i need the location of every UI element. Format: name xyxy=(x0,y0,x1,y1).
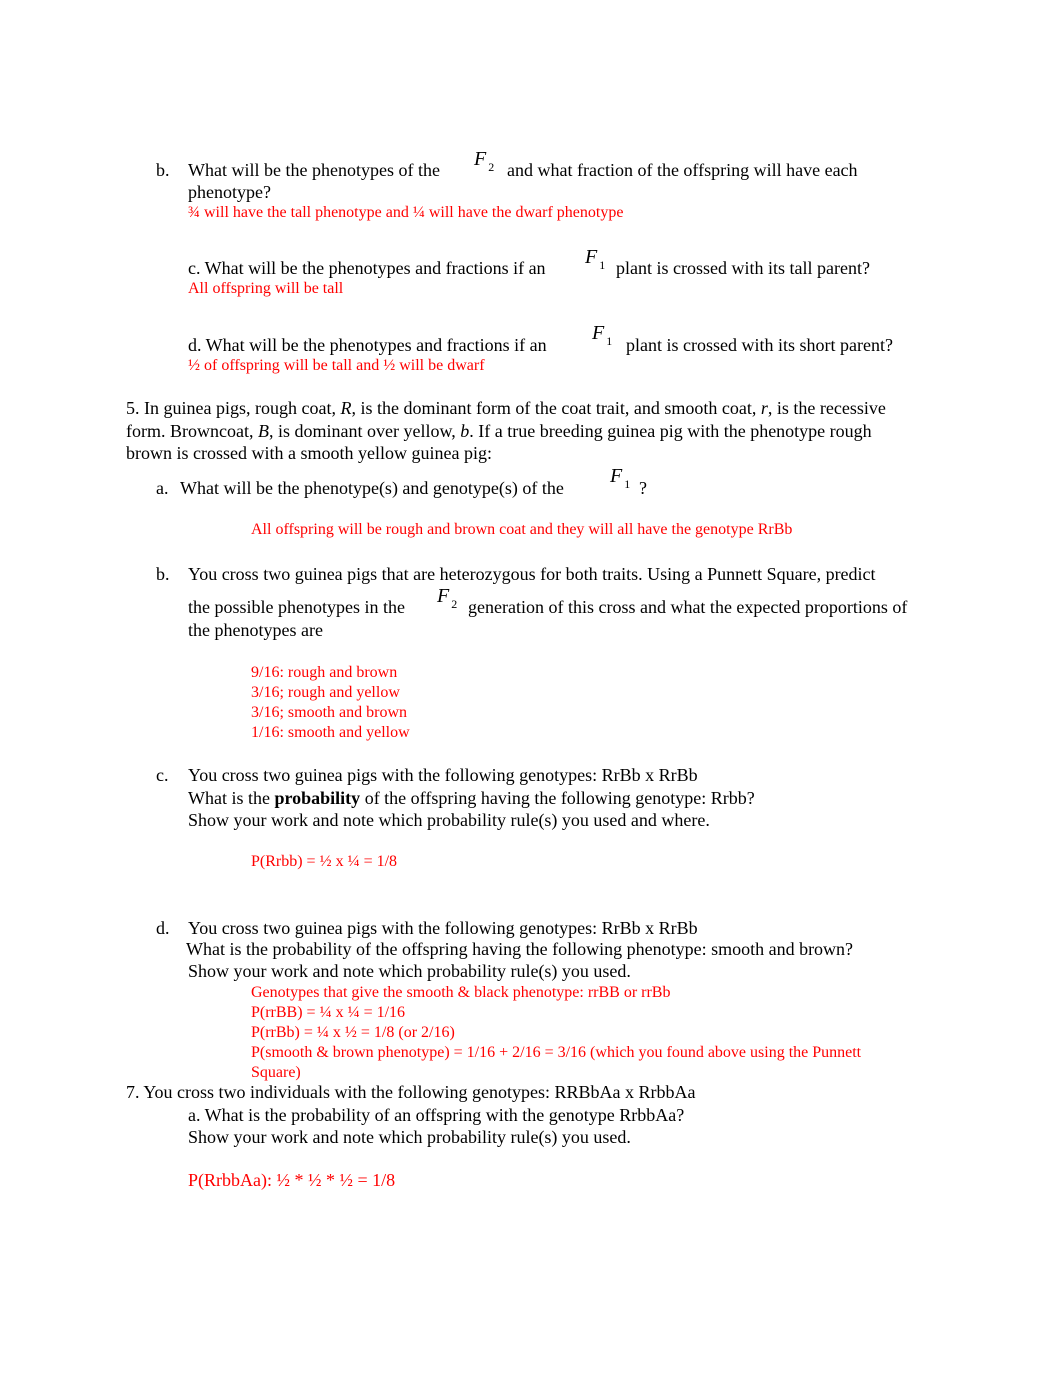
q5d-line1: You cross two guinea pigs with the follo… xyxy=(188,918,698,938)
q5d-answer-2: P(rrBB) = ¼ x ¼ = 1/16 xyxy=(251,1004,406,1021)
q5a-label: a. xyxy=(156,478,169,498)
q5d-answer-5: Square) xyxy=(251,1064,301,1081)
q4b-text-post: and what fraction of the offspring will … xyxy=(507,160,858,180)
q5b-line2-post: generation of this cross and what the ex… xyxy=(468,597,908,617)
q5d-answer-1: Genotypes that give the smooth & black p… xyxy=(251,984,671,1001)
q4c-answer: All offspring will be tall xyxy=(188,280,344,297)
q4c-text-pre: c. What will be the phenotypes and fract… xyxy=(188,258,546,278)
q5c-line1: You cross two guinea pigs with the follo… xyxy=(188,765,698,785)
q5b-answer-3: 3/16; smooth and brown xyxy=(251,704,407,721)
q5a-text-pre: What will be the phenotype(s) and genoty… xyxy=(180,478,564,498)
q4b-answer: ¾ will have the tall phenotype and ¼ wil… xyxy=(188,204,624,221)
q5b-line2-pre: the possible phenotypes in the xyxy=(188,597,405,617)
q5c-label: c. xyxy=(156,765,169,785)
q5b-answer-4: 1/16: smooth and yellow xyxy=(251,724,410,741)
q4c-text-post: plant is crossed with its tall parent? xyxy=(616,258,870,278)
q5d-answer-4: P(smooth & brown phenotype) = 1/16 + 2/1… xyxy=(251,1044,862,1061)
q5-intro-line3: brown is crossed with a smooth yellow gu… xyxy=(126,443,492,463)
q4d-text-post: plant is crossed with its short parent? xyxy=(626,335,893,355)
q5b-line3: the phenotypes are xyxy=(188,620,323,640)
q4d-answer: ½ of offspring will be tall and ½ will b… xyxy=(188,357,485,374)
q7a-line2: Show your work and note which probabilit… xyxy=(188,1127,631,1147)
q7a-answer: P(RrbbAa): ½ * ½ * ½ = 1/8 xyxy=(188,1170,396,1190)
q5-intro-line1: 5. In guinea pigs, rough coat, R, is the… xyxy=(126,398,886,418)
q4c-f1-symbol: F1 xyxy=(585,246,606,272)
q4b-text-pre: What will be the phenotypes of the xyxy=(188,160,440,180)
q5c-answer: P(Rrbb) = ½ x ¼ = 1/8 xyxy=(251,853,398,870)
q5c-line2: What is the probability of the offspring… xyxy=(188,788,755,808)
q5d-answer-3: P(rrBb) = ¼ x ½ = 1/8 (or 2/16) xyxy=(251,1024,455,1041)
q4d-text-pre: d. What will be the phenotypes and fract… xyxy=(188,335,547,355)
q5b-label: b. xyxy=(156,564,170,584)
q5-intro-line2: form. Browncoat, B, is dominant over yel… xyxy=(126,421,872,441)
q4b-f2-symbol: F2 xyxy=(474,148,495,174)
q5b-f2-symbol: F2 xyxy=(437,585,458,611)
q5a-f1-symbol: F1 xyxy=(610,465,631,491)
q7-line1: 7. You cross two individuals with the fo… xyxy=(126,1082,696,1102)
q5b-answer-2: 3/16; rough and yellow xyxy=(251,684,400,701)
q4d-f1-symbol: F1 xyxy=(592,322,613,348)
q4b-text-line2: phenotype? xyxy=(188,182,271,202)
q5b-answer-1: 9/16: rough and brown xyxy=(251,664,398,681)
q7a-line1: a. What is the probability of an offspri… xyxy=(188,1105,685,1125)
q5a-text-post: ? xyxy=(639,478,647,498)
q5a-answer: All offspring will be rough and brown co… xyxy=(251,521,793,538)
q4b-label: b. xyxy=(156,160,170,180)
q5b-line1: You cross two guinea pigs that are heter… xyxy=(188,564,876,584)
q5c-line3: Show your work and note which probabilit… xyxy=(188,810,710,830)
q5d-label: d. xyxy=(156,918,170,938)
q5d-line2: What is the probability of the offspring… xyxy=(186,939,854,959)
q5d-line3: Show your work and note which probabilit… xyxy=(188,961,631,981)
